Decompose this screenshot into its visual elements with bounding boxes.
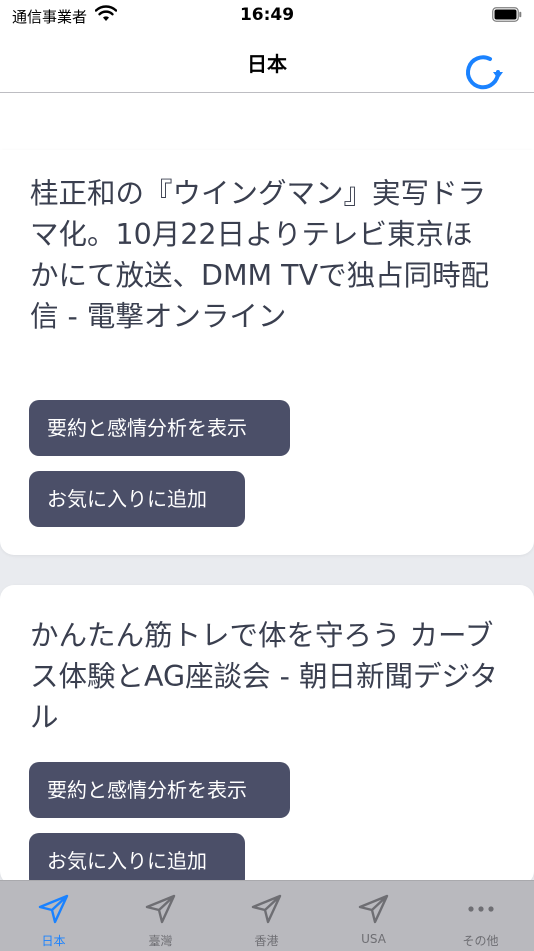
more-icon bbox=[468, 906, 494, 912]
battery-icon bbox=[492, 7, 522, 22]
send-icon bbox=[251, 894, 282, 924]
tab-label: その他 bbox=[462, 934, 499, 948]
tab-japan[interactable]: 日本 bbox=[0, 881, 107, 951]
tab-hongkong[interactable]: 香港 bbox=[213, 881, 320, 951]
tab-usa[interactable]: USA bbox=[320, 881, 427, 951]
tab-taiwan[interactable]: 臺灣 bbox=[107, 881, 214, 951]
show-summary-button[interactable]: 要約と感情分析を表示 bbox=[29, 400, 290, 456]
article-card: 桂正和の『ウイングマン』実写ドラマ化。10月22日よりテレビ東京ほかにて放送、D… bbox=[0, 150, 534, 555]
tab-other[interactable]: その他 bbox=[427, 881, 534, 951]
send-icon bbox=[358, 894, 389, 924]
status-bar: 通信事業者 16:49 bbox=[0, 0, 534, 30]
show-summary-button[interactable]: 要約と感情分析を表示 bbox=[29, 762, 290, 818]
navigation-bar: 日本 bbox=[0, 30, 534, 93]
tab-bar: 日本 臺灣 香港 USA その他 bbox=[0, 880, 534, 951]
tab-label: 香港 bbox=[254, 934, 279, 948]
article-title: かんたん筋トレで体を守ろう カーブス体験とAG座談会 - 朝日新聞デジタル bbox=[30, 619, 498, 734]
article-card: かんたん筋トレで体を守ろう カーブス体験とAG座談会 - 朝日新聞デジタル 要約… bbox=[0, 585, 534, 889]
tab-label: USA bbox=[361, 932, 386, 946]
page-title: 日本 bbox=[247, 52, 287, 76]
article-title: 桂正和の『ウイングマン』実写ドラマ化。10月22日よりテレビ東京ほかにて放送、D… bbox=[30, 177, 490, 333]
clock: 16:49 bbox=[239, 5, 295, 25]
tab-label: 臺灣 bbox=[148, 934, 173, 948]
add-favorite-button[interactable]: お気に入りに追加 bbox=[29, 471, 245, 527]
refresh-icon[interactable] bbox=[460, 52, 508, 92]
tab-label: 日本 bbox=[41, 934, 66, 948]
send-icon bbox=[38, 894, 69, 924]
send-icon bbox=[145, 894, 176, 924]
